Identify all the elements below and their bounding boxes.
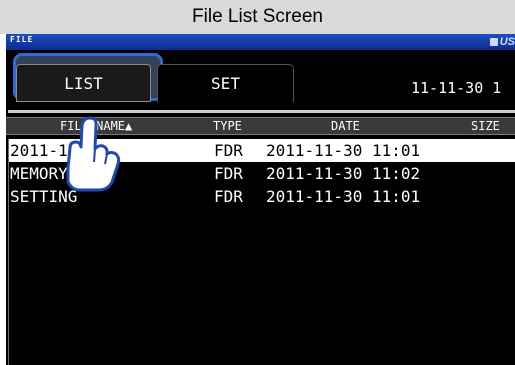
usb-label: US (499, 36, 515, 48)
device-screen: FILE US LIST SET 11-11-30 1 FILE NAME▲ T… (6, 34, 515, 365)
column-header-size[interactable]: SIZE (471, 118, 500, 134)
screen-label: FILE (10, 35, 34, 44)
file-date: 2011-11-30 11:02 (266, 164, 421, 183)
datetime-display: 11-11-30 1 (411, 79, 502, 97)
title-bar: FILE US (6, 34, 515, 50)
tab-list[interactable]: LIST (16, 64, 151, 102)
figure-caption: File List Screen (0, 0, 515, 34)
column-header-type[interactable]: TYPE (213, 118, 242, 134)
hand-pointer-icon (66, 116, 121, 192)
file-date: 2011-11-30 11:01 (266, 187, 421, 206)
file-date: 2011-11-30 11:01 (266, 141, 421, 160)
usb-indicator: US (489, 35, 515, 49)
usb-icon (489, 38, 498, 46)
tab-set[interactable]: SET (157, 64, 294, 102)
file-type: FDR (214, 141, 243, 160)
column-header-date[interactable]: DATE (331, 118, 360, 134)
file-type: FDR (214, 164, 243, 183)
file-type: FDR (214, 187, 243, 206)
